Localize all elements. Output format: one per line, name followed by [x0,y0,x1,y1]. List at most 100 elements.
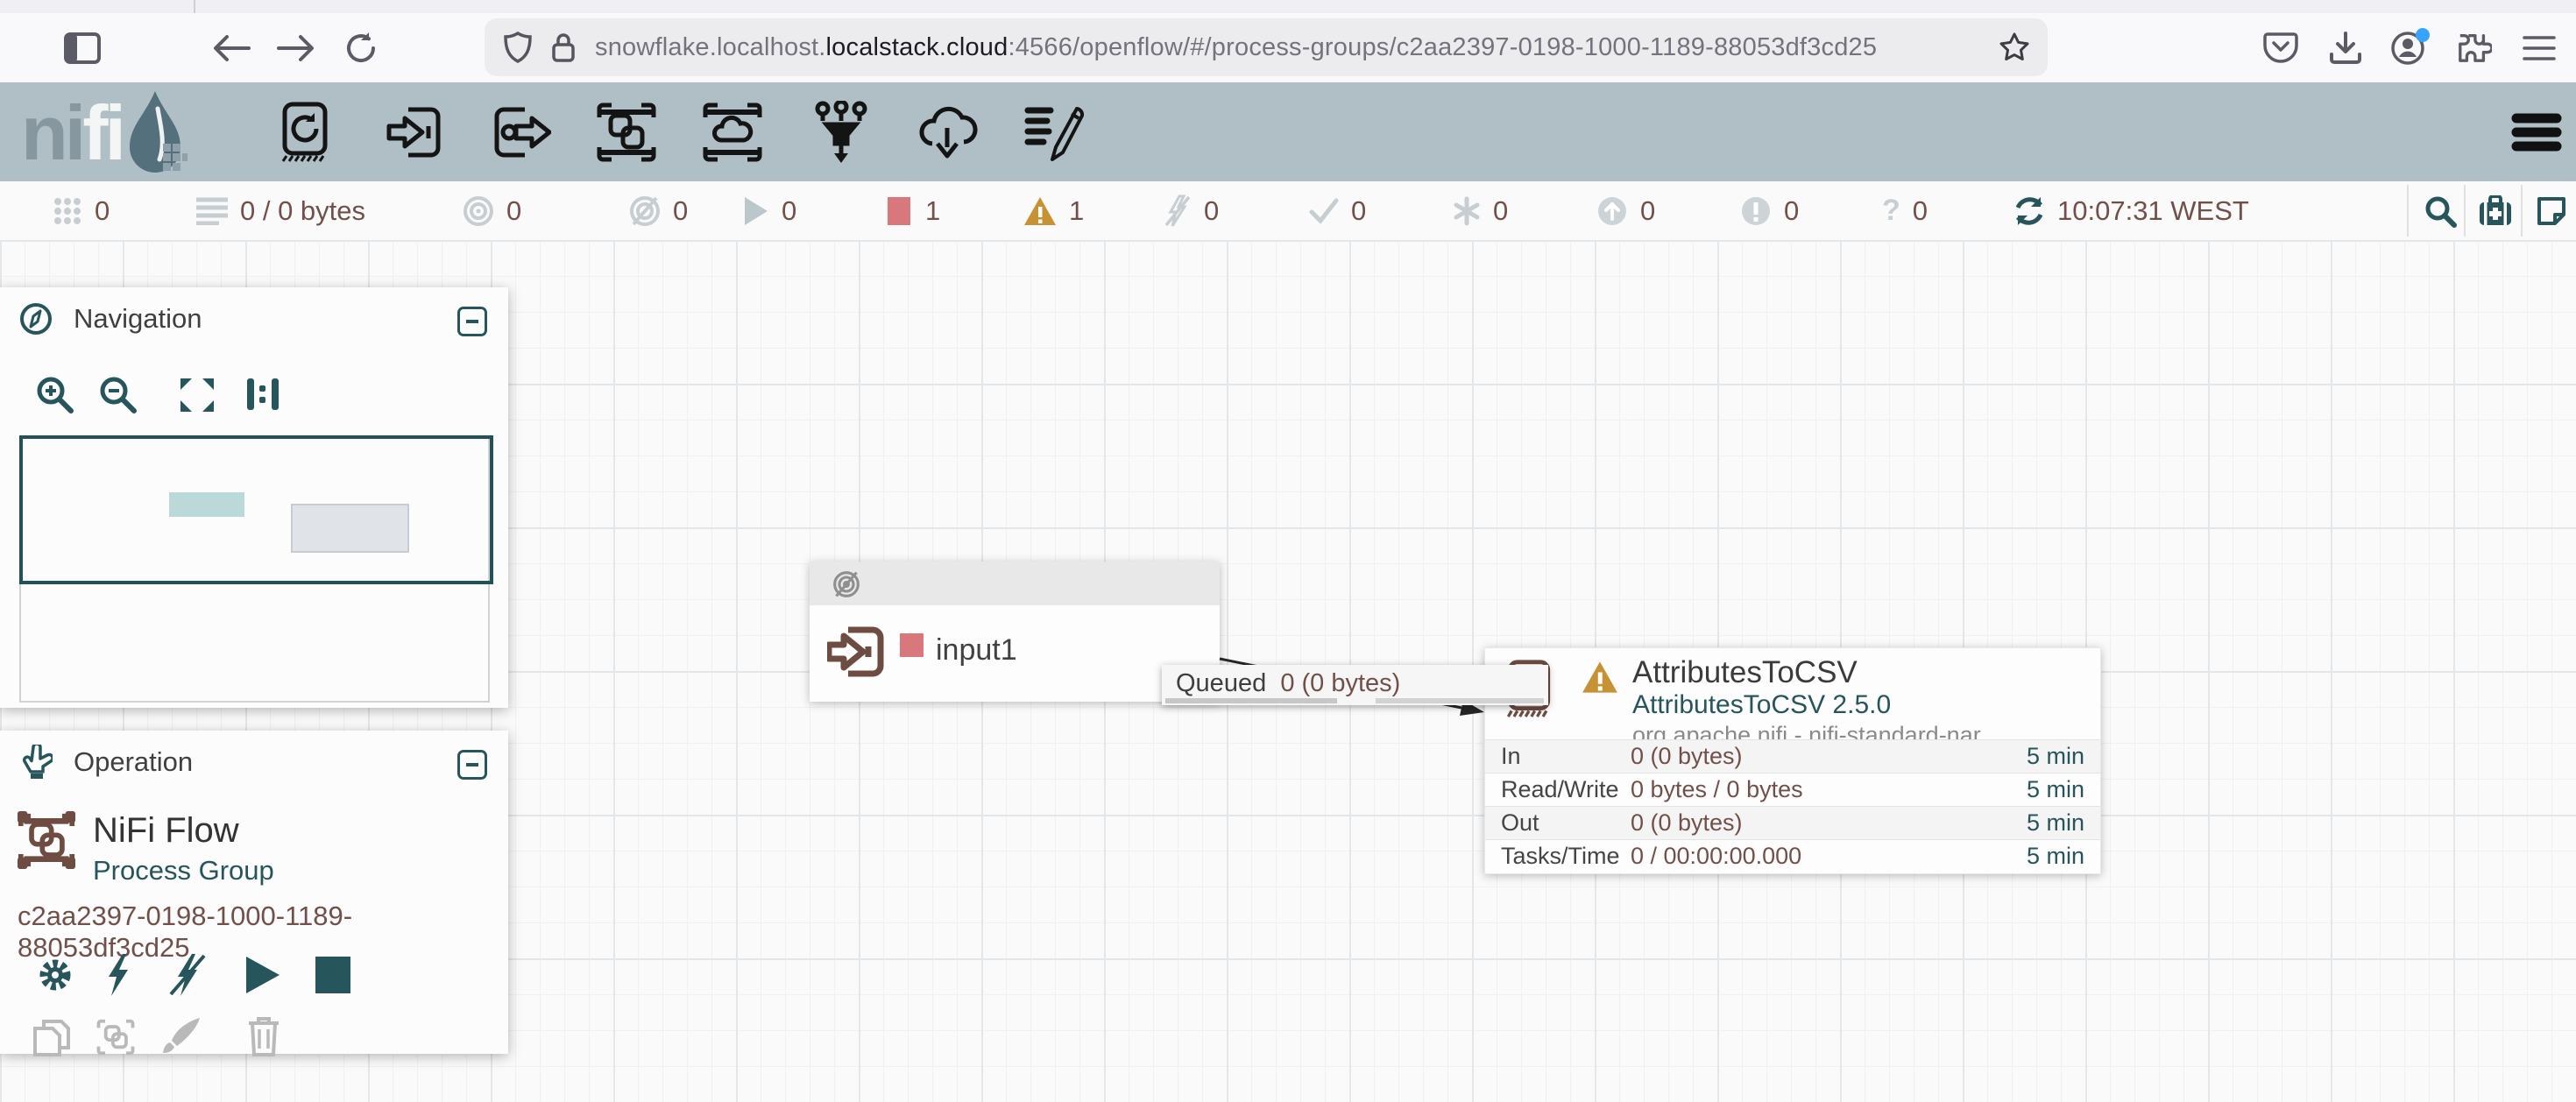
url-text: snowflake.localhost.localstack.cloud:456… [595,33,1877,62]
status-sync-failure: ? 0 [1882,181,1928,240]
running-play-icon [743,196,769,226]
url-bar[interactable]: snowflake.localhost.localstack.cloud:456… [485,18,2048,76]
input-port-header [810,562,1220,605]
label-tool-icon[interactable] [1005,82,1101,181]
threads-grid-icon [53,196,82,226]
browser-tabstrip [0,0,2576,13]
search-button[interactable] [2424,181,2457,240]
zoom-in-button[interactable] [35,375,74,413]
status-disabled: 0 [1164,181,1219,240]
exclamation-circle-icon [1740,195,1772,227]
operation-collapse-button[interactable] [457,750,487,780]
operation-panel-header: Operation [0,731,508,794]
sidebar-toggle-icon[interactable] [58,13,107,82]
status-refresh[interactable]: 10:07:31 WEST [2013,181,2249,240]
account-icon[interactable] [2387,13,2432,82]
status-bar: 0 0 / 0 bytes 0 0 0 1 1 0 0 0 0 0 [0,181,2576,241]
not-transmitting-icon [629,195,661,227]
status-queued: 0 / 0 bytes [196,181,365,240]
connection-progress-left [1165,698,1337,703]
connection-queued-label: Queued [1176,669,1266,697]
zoom-out-button[interactable] [98,375,137,413]
navigation-collapse-button[interactable] [457,307,487,336]
stopped-square-icon [887,196,913,226]
zoom-fit-button[interactable] [179,377,216,413]
input-port-component[interactable]: input1 [810,562,1220,702]
global-menu-icon[interactable] [2488,82,2576,181]
cluster-health-button[interactable] [2478,181,2513,240]
tab-divider [194,0,195,13]
stale-up-arrow-icon [1596,195,1628,227]
status-transmitting: 0 [463,181,521,240]
input-port-icon [827,625,885,679]
disable-button[interactable] [168,953,207,997]
bookmark-star-icon[interactable] [1999,32,2030,63]
status-stopped: 1 [887,181,940,240]
tracking-shield-icon[interactable] [504,32,532,63]
remote-process-group-tool-icon[interactable] [684,82,781,181]
downloads-icon[interactable] [2323,13,2368,82]
configure-button[interactable] [35,955,75,995]
enable-button[interactable] [103,953,133,997]
status-locally-modified-stale: 0 [1740,181,1799,240]
operation-panel-title: Operation [74,746,193,778]
processor-component[interactable]: AttributesToCSV AttributesToCSV 2.5.0 or… [1484,647,2101,874]
color-button[interactable] [161,1016,202,1056]
processor-stats-table: In0 (0 bytes)5 min Read/Write0 bytes / 0… [1485,739,2100,872]
template-cloud-tool-icon[interactable] [899,82,995,181]
queued-list-icon [196,197,228,225]
asterisk-icon [1453,196,1481,226]
flow-canvas[interactable]: Navigation Operation [0,240,2576,1102]
status-not-transmitting: 0 [629,181,688,240]
funnel-tool-icon[interactable] [793,82,889,181]
transmitting-icon [463,195,494,227]
navigation-panel-header: Navigation [0,287,508,350]
start-button[interactable] [244,955,282,995]
extensions-puzzle-icon[interactable] [2452,13,2497,82]
reload-icon[interactable] [338,13,384,82]
back-icon[interactable] [209,13,254,82]
input-port-tool-icon[interactable] [366,82,463,181]
delete-button[interactable] [247,1016,280,1056]
zoom-actual-size-button[interactable] [244,375,282,413]
port-not-transmitting-icon [832,570,860,598]
group-button[interactable] [96,1018,135,1056]
navigation-panel: Navigation [0,287,508,708]
output-port-tool-icon[interactable] [472,82,569,181]
process-group-tool-icon[interactable] [578,82,675,181]
stop-button[interactable] [314,955,352,995]
forward-icon[interactable] [273,13,319,82]
minimap-input-port [169,492,244,517]
port-stopped-icon [900,633,924,657]
status-running: 0 [743,181,796,240]
lock-icon[interactable] [551,32,576,63]
stat-row-in: In0 (0 bytes)5 min [1485,739,2100,773]
nifi-drop-icon [126,89,188,177]
copy-button[interactable] [33,1018,70,1056]
browser-menu-icon[interactable] [2516,13,2562,82]
operation-panel: Operation NiFi Flow Process Group c2aa23… [0,731,508,1054]
nifi-header: nifi [0,82,2576,181]
birdseye-minimap[interactable] [19,435,490,703]
sticky-note-icon [2536,195,2567,227]
connection-label[interactable]: Queued 0 (0 bytes) [1162,665,1548,705]
flow-status-note-button[interactable] [2536,181,2567,240]
browser-toolbar: snowflake.localhost.localstack.cloud:456… [0,13,2576,82]
status-stale: 0 [1596,181,1655,240]
selected-component-type: Process Group [93,855,274,887]
processor-tool-icon[interactable] [257,82,353,181]
navigation-panel-title: Navigation [74,303,202,335]
minimap-viewport[interactable] [19,435,493,584]
connection-queued-value: 0 (0 bytes) [1280,669,1400,697]
selected-component-name: NiFi Flow [93,811,239,851]
stat-row-tasks: Tasks/Time0 / 00:00:00.0005 min [1485,839,2100,872]
pocket-icon[interactable] [2258,13,2304,82]
refresh-icon [2013,195,2045,227]
search-icon [2424,194,2457,228]
status-locally-modified: 0 [1453,181,1508,240]
invalid-warning-icon [1023,196,1057,226]
first-aid-kit-icon [2478,195,2513,227]
processor-warning-icon [1582,660,1618,694]
stat-row-out: Out0 (0 bytes)5 min [1485,806,2100,839]
status-up-to-date: 0 [1309,181,1366,240]
